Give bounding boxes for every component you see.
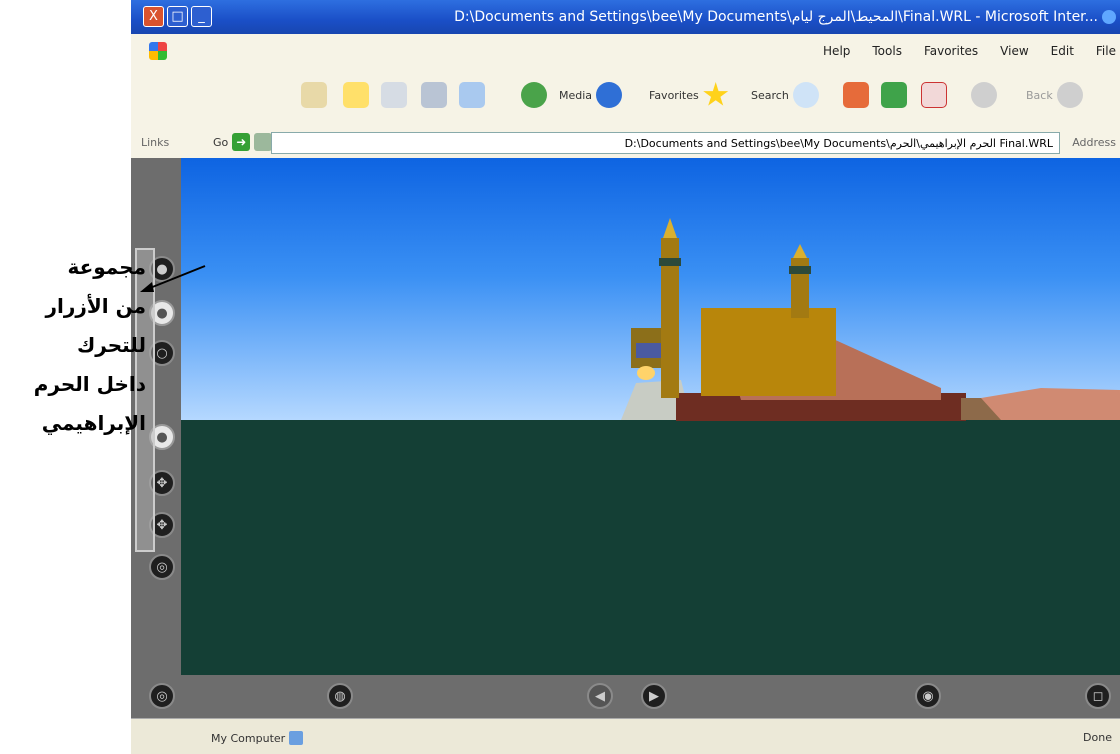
refresh-button[interactable] (881, 82, 907, 108)
minaret-right-ring (789, 266, 811, 274)
star-icon (703, 82, 729, 106)
align-button[interactable]: ◍ (327, 683, 353, 709)
refresh-icon (881, 82, 907, 108)
minimize-button[interactable]: _ (191, 6, 212, 27)
next-viewpoint-button[interactable]: ▶ (641, 683, 667, 709)
fit-button[interactable]: ◻ (1085, 683, 1111, 709)
print-button[interactable] (301, 82, 327, 108)
menu-bar: Help Tools Favorites View Edit File (131, 34, 1120, 69)
dome (637, 366, 655, 380)
3d-scene[interactable] (181, 158, 1120, 675)
stop-icon (921, 82, 947, 108)
printer-button[interactable] (421, 82, 447, 108)
restore-button[interactable]: ◉ (915, 683, 941, 709)
windows-logo-icon (149, 42, 167, 60)
search-icon (792, 82, 819, 108)
window-title: ‏D:\Documents and Settings\bee\My Docume… (454, 9, 1098, 25)
toolbar: Media Favorites Search Back (131, 68, 1120, 129)
media-globe-icon (596, 82, 623, 108)
address-input[interactable]: D:\Documents and Settings\bee\My Documen… (271, 132, 1060, 154)
annotation-line: مجموعة (67, 255, 146, 279)
view-list-button[interactable]: ◎ (149, 683, 175, 709)
vrml-viewer[interactable]: ● ● ○ ● ✥ ✥ ◎ ◎ ◍ ◀ ▶ ◉ ◻ (131, 158, 1120, 718)
stop-button[interactable] (921, 82, 947, 108)
annotation-line: من الأزرار (45, 294, 147, 318)
done-label: Done (1083, 731, 1112, 744)
notes-button[interactable] (343, 82, 369, 108)
favorites-label: Favorites (649, 88, 699, 102)
status-zone: My Computer (211, 731, 304, 745)
prev-viewpoint-button[interactable]: ◀ (587, 683, 613, 709)
go-arrow-icon: ➜ (232, 133, 251, 151)
mail-button[interactable] (459, 82, 485, 108)
home-button[interactable] (843, 82, 869, 108)
minaret-left-top (663, 218, 677, 238)
browser-window: X □ _ ‏D:\Documents and Settings\bee\My … (131, 0, 1120, 754)
edit-button[interactable] (381, 82, 407, 108)
media-label: Media (559, 88, 593, 102)
annotation-line: داخل الحرم (33, 372, 146, 396)
menu-items: Help Tools Favorites View Edit File (823, 44, 1116, 58)
address-label: Address (1072, 136, 1116, 149)
note-icon (343, 82, 369, 108)
menu-view[interactable]: View (1000, 44, 1028, 58)
nav-roll-button[interactable]: ◎ (149, 554, 175, 580)
title-bar: X □ _ ‏D:\Documents and Settings\bee\My … (131, 0, 1120, 34)
go-label: Go (213, 135, 229, 149)
annotation-line: للتحرك (76, 333, 146, 357)
terrain-right (981, 388, 1120, 420)
zone-label: My Computer (211, 731, 286, 745)
search-label: Search (751, 88, 789, 102)
page-icon (254, 133, 273, 151)
minaret-left-ring (659, 258, 681, 266)
close-button[interactable]: X (143, 6, 164, 27)
history-button[interactable] (521, 82, 547, 108)
menu-tools[interactable]: Tools (872, 44, 902, 58)
maximize-button[interactable]: □ (167, 6, 188, 27)
home-icon (843, 82, 869, 108)
printer-icon (421, 82, 447, 108)
back-arrow-icon (1056, 82, 1083, 108)
media-button[interactable]: Media (559, 82, 623, 108)
links-label[interactable]: Links (141, 136, 169, 149)
minaret-right-top (793, 244, 807, 258)
status-done: Done (1083, 731, 1112, 744)
history-icon (521, 82, 547, 108)
address-bar: Links Go ➜ D:\Documents and Settings\bee… (131, 128, 1120, 159)
favorites-button[interactable]: Favorites (649, 82, 729, 108)
annotation-text: مجموعة من الأزرار للتحرك داخل الحرم الإب… (0, 248, 146, 443)
menu-help[interactable]: Help (823, 44, 850, 58)
folders-icon (301, 82, 327, 108)
computer-icon (289, 731, 304, 745)
forward-button[interactable] (971, 82, 997, 108)
viewer-bottom-bar: ◎ ◍ ◀ ▶ ◉ ◻ (131, 675, 1120, 718)
edit-icon (381, 82, 407, 108)
menu-edit[interactable]: Edit (1051, 44, 1074, 58)
mosque-model (621, 218, 1120, 421)
back-button[interactable]: Back (1026, 82, 1083, 108)
annotation-line: الإبراهيمي (41, 411, 146, 435)
menu-favorites[interactable]: Favorites (924, 44, 978, 58)
menu-file[interactable]: File (1096, 44, 1116, 58)
mail-icon (459, 82, 485, 108)
search-button[interactable]: Search (751, 82, 819, 108)
back-label: Back (1026, 88, 1053, 102)
go-button[interactable]: Go ➜ (213, 133, 273, 151)
forward-arrow-icon (971, 82, 997, 108)
status-bar: My Computer Done (131, 718, 1120, 754)
main-building (701, 308, 836, 396)
ie-logo-icon (1102, 10, 1116, 24)
